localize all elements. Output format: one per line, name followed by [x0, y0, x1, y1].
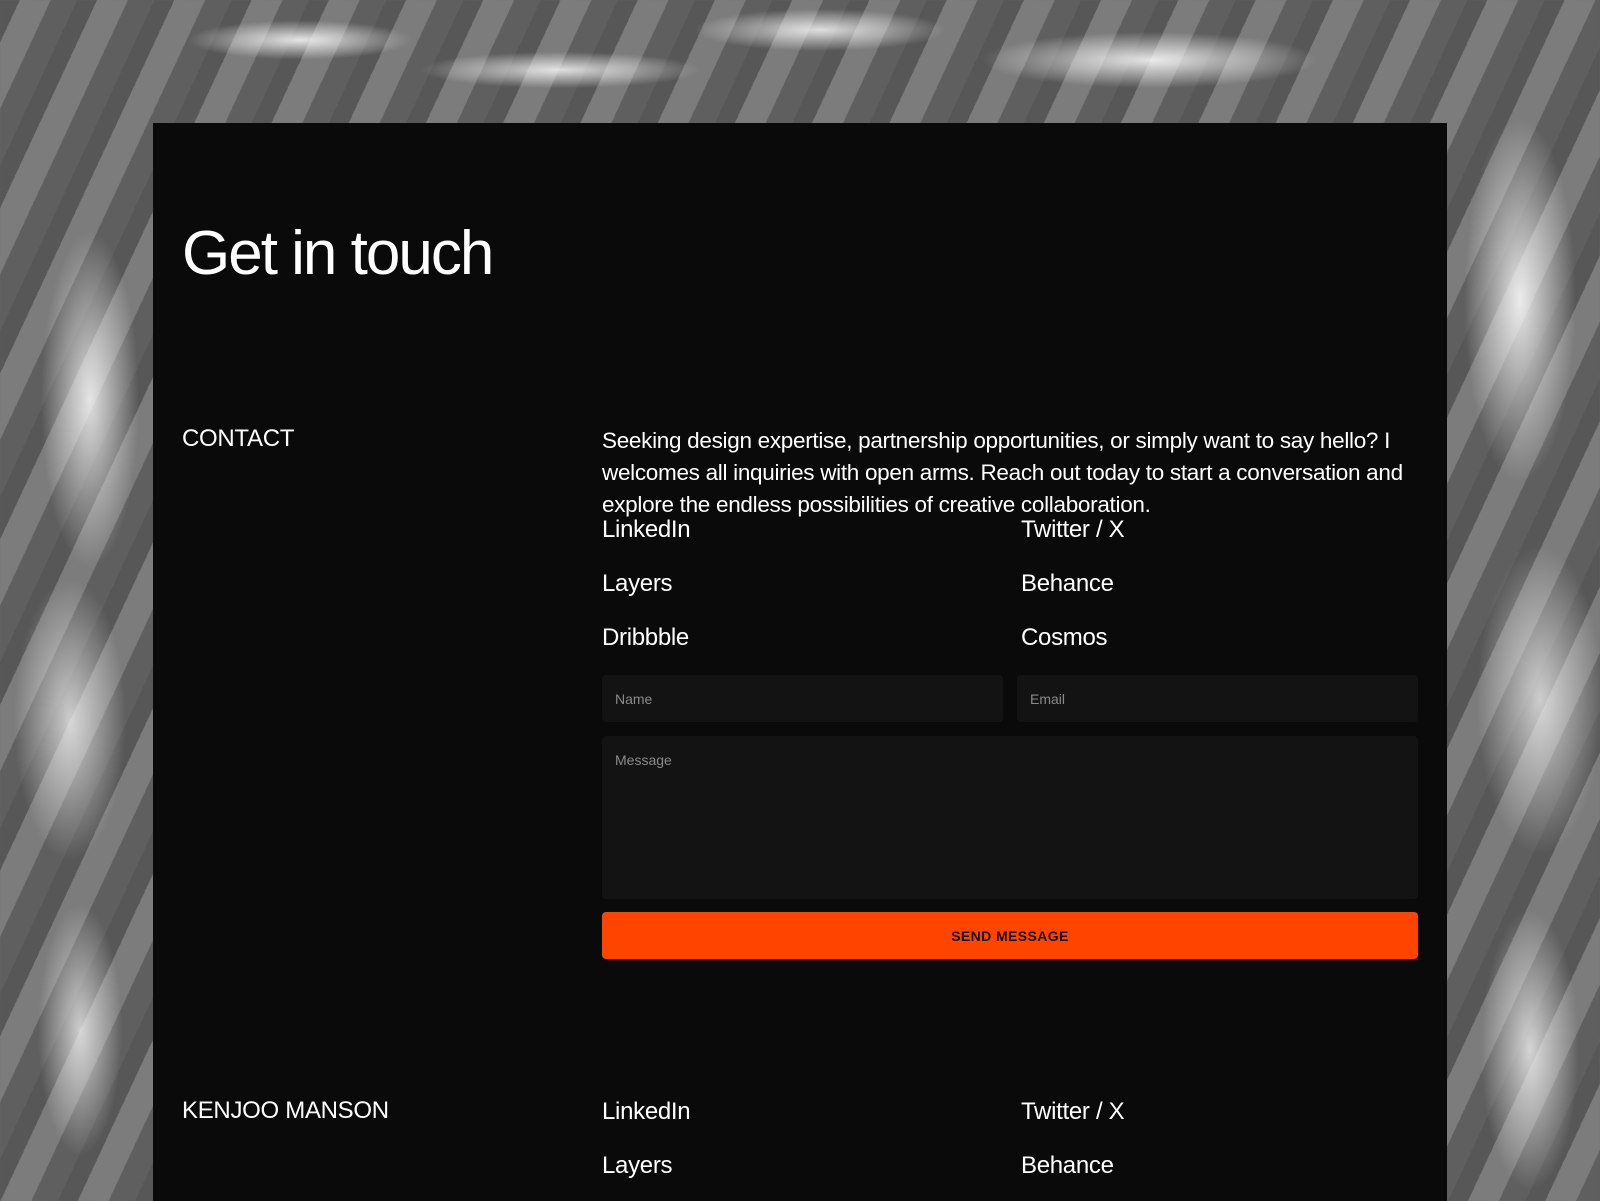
contact-intro-text: Seeking design expertise, partnership op… [602, 428, 1403, 517]
contact-social-links: LinkedIn Twitter / X Layers Behance Drib… [602, 515, 1422, 677]
link-cosmos[interactable]: Cosmos [1021, 623, 1421, 677]
contact-section-label: CONTACT [182, 425, 295, 452]
email-input[interactable] [1017, 675, 1418, 722]
footer-link-behance[interactable]: Behance [1021, 1151, 1421, 1201]
link-layers[interactable]: Layers [602, 569, 1021, 623]
owner-name-label: KENJOO MANSON [182, 1097, 389, 1124]
link-linkedin[interactable]: LinkedIn [602, 515, 1021, 569]
footer-link-twitter-x[interactable]: Twitter / X [1021, 1097, 1421, 1151]
message-textarea[interactable] [602, 736, 1418, 899]
link-dribbble[interactable]: Dribbble [602, 623, 1021, 677]
link-behance[interactable]: Behance [1021, 569, 1421, 623]
footer-link-layers[interactable]: Layers [602, 1151, 1021, 1201]
contact-panel: Get in touch CONTACT Seeking design expe… [153, 123, 1447, 1201]
footer-link-linkedin[interactable]: LinkedIn [602, 1097, 1021, 1151]
page-title: Get in touch [182, 219, 494, 288]
name-input[interactable] [602, 675, 1003, 722]
send-message-button[interactable]: SEND MESSAGE [602, 912, 1418, 959]
link-twitter-x[interactable]: Twitter / X [1021, 515, 1421, 569]
footer-social-links: LinkedIn Twitter / X Layers Behance [602, 1097, 1422, 1201]
